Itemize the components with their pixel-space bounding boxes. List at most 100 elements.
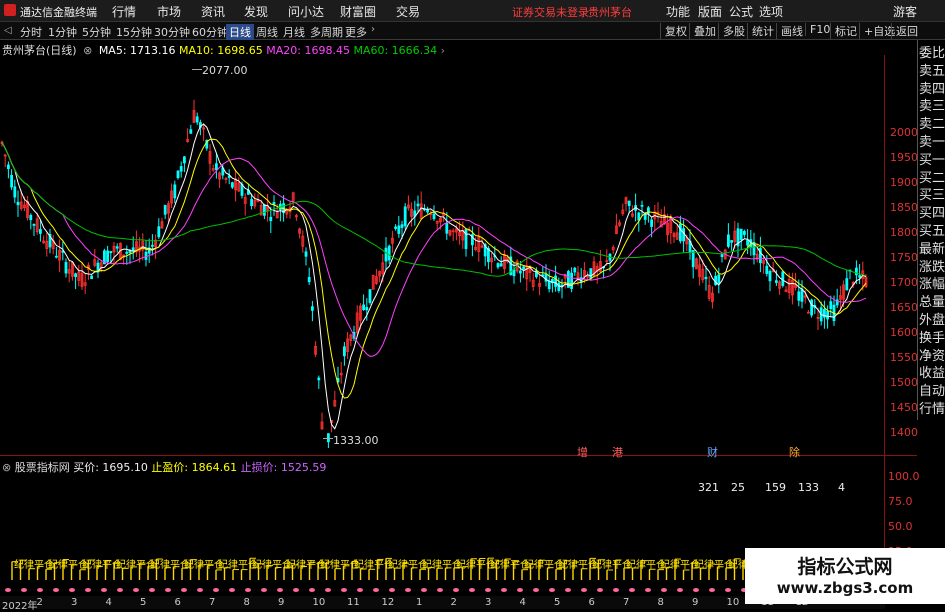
candle-body: [775, 280, 778, 283]
candle-body: [464, 228, 468, 250]
period-1min[interactable]: 1分钟: [48, 24, 77, 40]
menu-caifuquan[interactable]: 财富圈: [340, 3, 376, 20]
x-tick: 2022年: [2, 601, 38, 612]
period-fenshi[interactable]: 分时: [20, 24, 42, 40]
x-tick: 1: [416, 597, 423, 608]
candle-body: [157, 226, 161, 238]
sub-tick: 50.0: [888, 520, 913, 533]
event-marker-chu[interactable]: 除: [789, 444, 800, 460]
menu-jiaoyi[interactable]: 交易: [396, 3, 420, 20]
watermark-url: www.zbgs3.com: [776, 579, 914, 597]
candle-body: [189, 129, 193, 134]
candle-body: [7, 164, 10, 169]
menu-banmian[interactable]: 版面: [698, 3, 722, 20]
candle-body: [13, 186, 17, 198]
signal-value: 159: [765, 481, 786, 494]
signal-dot: [533, 588, 539, 592]
stop-loss-price: 止损价: 1525.59: [240, 461, 327, 474]
candle-body: [362, 304, 366, 311]
chevron-right-icon[interactable]: ›: [371, 24, 375, 35]
collapse-icon[interactable]: ◁: [4, 25, 12, 36]
buy-price: 买价: 1695.10: [73, 461, 148, 474]
quote-field: 换手: [919, 330, 945, 346]
signal-dot: [229, 588, 235, 592]
candle-body: [173, 184, 177, 199]
period-multi[interactable]: 多周期: [310, 24, 343, 40]
watermark-title: 指标公式网: [797, 556, 893, 578]
candle-body: [179, 166, 183, 172]
menu-xuanxiang[interactable]: 选项: [759, 3, 783, 20]
menu-gongneng[interactable]: 功能: [666, 3, 690, 20]
btn-fuquan[interactable]: 复权: [660, 23, 687, 39]
period-daily[interactable]: 日线: [226, 24, 254, 40]
signal-dot: [53, 588, 59, 592]
signal-value: 4: [838, 481, 845, 494]
candle-body: [717, 274, 721, 284]
candle-body: [310, 306, 314, 311]
menu-wenxiaoda[interactable]: 问小达: [288, 3, 324, 20]
btn-duogu[interactable]: 多股: [718, 23, 745, 39]
price-tick: 2000: [890, 126, 918, 139]
menu-zixun[interactable]: 资讯: [201, 3, 225, 20]
candle-body: [637, 212, 641, 221]
candle-body: [16, 201, 20, 206]
candle-body: [640, 204, 644, 207]
signal-value: 133: [798, 481, 819, 494]
btn-diejia[interactable]: 叠加: [689, 23, 716, 39]
period-15min[interactable]: 15分钟: [116, 24, 152, 40]
quote-field[interactable]: 行情: [919, 402, 945, 418]
settings-icon[interactable]: ⊗: [2, 461, 11, 474]
candle-body: [387, 245, 391, 261]
menu-youke[interactable]: 游客: [893, 3, 917, 20]
candle-body: [250, 199, 254, 207]
signal-dot: [357, 588, 363, 592]
menu-faxian[interactable]: 发现: [244, 3, 268, 20]
period-30min[interactable]: 30分钟: [154, 24, 190, 40]
event-marker-gang[interactable]: 港: [612, 444, 623, 460]
candle-body: [519, 270, 522, 274]
signal-dot: [485, 588, 491, 592]
x-tick: 2: [36, 597, 43, 608]
x-tick: 6: [588, 597, 595, 608]
x-tick: 3: [485, 597, 492, 608]
period-monthly[interactable]: 月线: [283, 24, 305, 40]
btn-zixuan[interactable]: +自选: [859, 23, 895, 39]
candle-body: [304, 251, 308, 257]
signal-dot: [309, 588, 315, 592]
login-status[interactable]: 证券交易未登录: [512, 4, 589, 20]
quote-field: 卖一: [919, 135, 945, 150]
period-weekly[interactable]: 周线: [256, 24, 278, 40]
x-tick: 4: [105, 597, 112, 608]
signal-value: 321: [698, 481, 719, 494]
candlestick-chart[interactable]: [0, 55, 885, 455]
signal-dot: [469, 588, 475, 592]
menu-hangqing[interactable]: 行情: [112, 3, 136, 20]
quote-field: 买三: [919, 188, 945, 204]
candle-body: [499, 263, 503, 267]
candle-body: [858, 275, 861, 278]
signal-dot: [37, 588, 43, 592]
btn-huaxian[interactable]: 画线: [776, 23, 803, 39]
x-tick: 7: [209, 597, 216, 608]
menu-gongshi[interactable]: 公式: [729, 3, 753, 20]
period-5min[interactable]: 5分钟: [82, 24, 111, 40]
signal-dot: [165, 588, 171, 592]
signal-dot: [245, 588, 251, 592]
quote-field: 总量: [919, 295, 945, 311]
period-60min[interactable]: 60分钟: [192, 24, 228, 40]
period-more[interactable]: 更多: [345, 24, 367, 40]
btn-fanhui[interactable]: 返回: [891, 23, 918, 39]
quote-field[interactable]: 自动: [919, 384, 945, 400]
btn-f10[interactable]: F10: [805, 23, 830, 36]
candle-body: [176, 170, 180, 179]
menu-shichang[interactable]: 市场: [157, 3, 181, 20]
btn-biaoji[interactable]: 标记: [830, 23, 857, 39]
btn-tongji[interactable]: 统计: [747, 23, 774, 39]
signal-dot: [373, 588, 379, 592]
event-marker-cai[interactable]: 财: [707, 444, 718, 460]
signal-dot: [405, 588, 411, 592]
candle-body: [400, 224, 404, 228]
event-marker-zeng[interactable]: 增: [577, 444, 588, 460]
candle-body: [29, 214, 33, 221]
signal-dot: [181, 588, 187, 592]
